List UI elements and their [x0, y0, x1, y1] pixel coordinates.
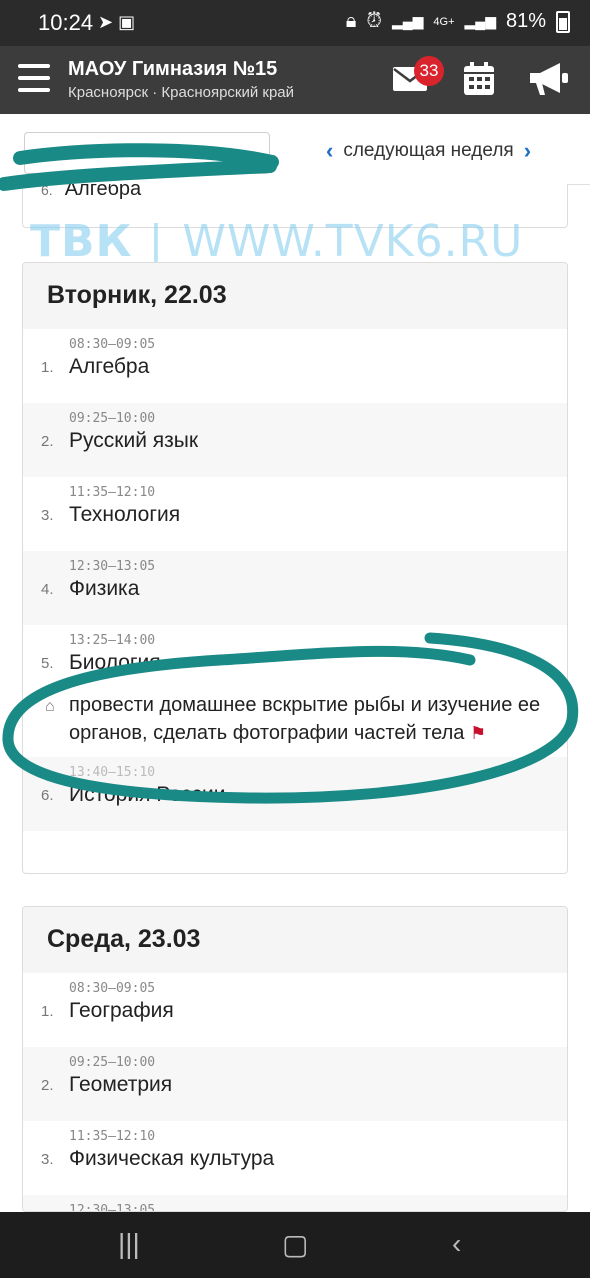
system-nav-bar: ||| ▢ ‹ [0, 1212, 590, 1278]
table-row[interactable]: 13:25–14:00 5. Биология [23, 625, 567, 687]
chevron-left-icon[interactable]: ‹ [326, 138, 333, 164]
table-row[interactable]: 11:35–12:10 3. Технология [23, 477, 567, 551]
watermark: ТВК | WWW.TVK6.RU [30, 216, 523, 267]
lesson-time: 11:35–12:10 [69, 485, 156, 500]
back-icon[interactable]: ‹ [452, 1228, 461, 1260]
lesson-number: 5. [41, 655, 54, 672]
lesson-subject: География [69, 999, 174, 1022]
lock-icon: 🔒︎ [345, 10, 357, 32]
mail-badge: 33 [414, 56, 444, 86]
lesson-time: 09:25–10:00 [69, 1055, 156, 1070]
day-card-tuesday: Вторник, 22.03 08:30–09:05 1. Алгебра 09… [22, 262, 568, 874]
lesson-time: 08:30–09:05 [69, 981, 156, 996]
lesson-subject: Геометрия [69, 1073, 173, 1096]
lesson-number: 3. [41, 507, 54, 524]
notification-icons: ➤ ▣ [98, 12, 136, 32]
table-row[interactable]: 12:30–13:05 4. Физика [23, 551, 567, 625]
table-row[interactable]: 09:25–10:00 2. Геометрия [23, 1047, 567, 1121]
table-row[interactable]: 13:40–15:10 6. История России [23, 757, 567, 831]
lesson-number: 1. [41, 359, 54, 376]
lesson-time: 09:25–10:00 [69, 411, 156, 426]
status-time: 10:24 [38, 10, 94, 35]
lesson-subject: Физика [69, 577, 140, 600]
school-location: Красноярск · Красноярский край [68, 84, 295, 101]
watermark-divider: | [148, 216, 165, 267]
status-right-icons: 🔒︎ ⏰︎ ▂▄▆ 4G+ ▂▄▆ 81% [346, 10, 570, 33]
signal-icon-2: ▂▄▆ [464, 13, 496, 29]
lesson-time: 13:25–14:00 [69, 633, 156, 648]
next-week-label: следующая неделя [343, 140, 514, 161]
lesson-time: 12:30–13:05 [69, 1203, 156, 1212]
lesson-time: 12:30–13:05 [69, 559, 156, 574]
lesson-subject: Биология [69, 651, 161, 674]
homework-note[interactable]: ⌂ провести домашнее вскрытие рыбы и изуч… [23, 687, 567, 757]
alarm-icon: ⏰︎ [366, 10, 382, 32]
flag-icon[interactable]: ⚑ [470, 723, 486, 743]
day-title: Среда, 23.03 [23, 907, 567, 973]
table-row[interactable]: 08:30–09:05 1. География [23, 973, 567, 1047]
table-row[interactable]: 09:25–10:00 2. Русский язык [23, 403, 567, 477]
lesson-number: 6. [41, 787, 54, 804]
battery-icon [556, 10, 570, 33]
hamburger-icon[interactable] [18, 64, 50, 94]
lesson-number: 4. [41, 581, 54, 598]
chevron-right-icon[interactable]: › [524, 138, 531, 164]
megaphone-icon[interactable] [528, 60, 570, 98]
calendar-icon[interactable] [462, 61, 496, 97]
school-name: МАОУ Гимназия №15 [68, 58, 278, 80]
recent-apps-icon[interactable]: ||| [118, 1228, 140, 1260]
lesson-subject: Технология [69, 503, 181, 526]
home-icon[interactable]: ▢ [282, 1228, 308, 1261]
lesson-time: 11:35–12:10 [69, 1129, 156, 1144]
lesson-number: 2. [41, 433, 54, 450]
watermark-brand: ТВК [30, 216, 133, 267]
watermark-url: WWW.TVK6.RU [182, 216, 524, 267]
table-row[interactable]: 12:30–13:05 [23, 1195, 567, 1212]
lesson-number: 3. [41, 1151, 54, 1168]
day-title: Вторник, 22.03 [23, 263, 567, 329]
table-row[interactable]: 11:35–12:10 3. Физическая культура [23, 1121, 567, 1195]
signal-icon: ▂▄▆ [391, 13, 424, 29]
table-row[interactable]: 08:30–09:05 1. Алгебра [23, 329, 567, 403]
app-header: МАОУ Гимназия №15 Красноярск · Красноярс… [0, 46, 590, 114]
lesson-subject: Русский язык [69, 429, 199, 452]
day-card-wednesday: Среда, 23.03 08:30–09:05 1. География 09… [22, 906, 568, 1212]
lesson-number: 1. [41, 1003, 54, 1020]
lesson-number: 2. [41, 1077, 54, 1094]
status-bar: 10:24 ➤ ▣ 🔒︎ ⏰︎ ▂▄▆ 4G+ ▂▄▆ 81% [0, 0, 590, 46]
battery-percent: 81% [505, 10, 546, 32]
lesson-subject: Алгебра [69, 355, 150, 378]
lesson-subject: Физическая культура [69, 1147, 275, 1170]
lesson-subject: История России [69, 783, 226, 806]
redaction-scribble [0, 143, 279, 191]
house-icon: ⌂ [45, 698, 55, 715]
lesson-time: 13:40–15:10 [69, 765, 156, 780]
lesson-time: 08:30–09:05 [69, 337, 156, 352]
network-type: 4G+ [433, 15, 455, 28]
next-week-button[interactable]: ‹ следующая неделя › [326, 138, 531, 164]
